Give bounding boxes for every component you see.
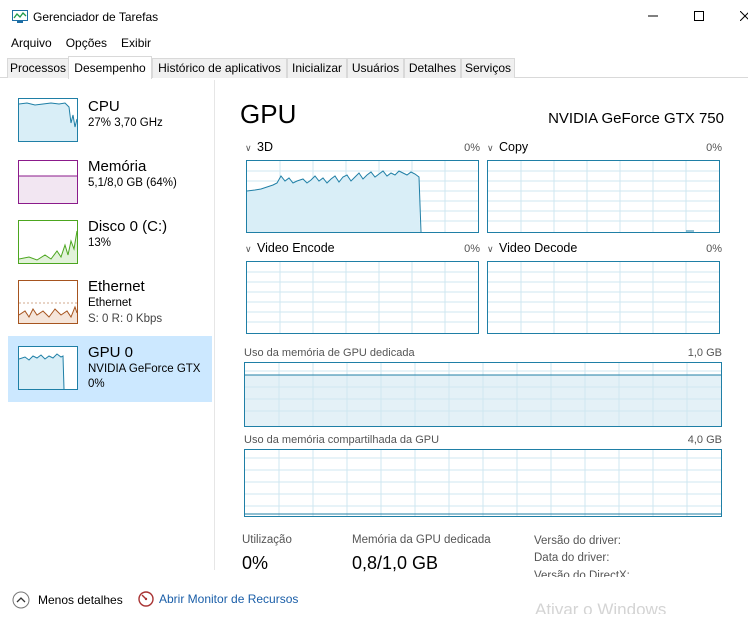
tab-desempenho[interactable]: Desempenho [68,56,152,79]
sidebar-item-disk[interactable]: Disco 0 (C:) 13% [8,212,212,278]
utilization-label: Utilização [242,534,292,546]
graph-decode-pct: 0% [706,243,722,255]
ethernet-thumbnail [18,280,78,324]
sidebar-cpu-sub: 27% 3,70 GHz [88,117,163,129]
sidebar-item-gpu[interactable]: GPU 0 NVIDIA GeForce GTX 750 0% [8,336,212,402]
sidebar-gpu-name: GPU 0 [88,344,134,361]
sidebar-disk-sub: 13% [88,237,112,249]
window-title: Gerenciador de Tarefas [33,10,159,24]
dedicated-memory-stat-value: 0,8/1,0 GB [352,553,439,573]
activation-watermark: Ativar o Windows [535,600,667,614]
cpu-thumbnail [18,98,78,142]
graph-decode-label[interactable]: ∨ Video Decode [487,241,577,255]
graph-encode-pct: 0% [464,243,480,255]
graph-3d-pct: 0% [464,142,480,154]
page-title: GPU [240,99,297,129]
task-manager-icon [12,10,28,23]
sidebar-disk-name: Disco 0 (C:) [88,218,168,235]
directx-version-label: Versão do DirectX: [534,570,630,577]
sidebar-cpu-name: CPU [88,98,120,115]
sidebar-memory-sub: 5,1/8,0 GB (64%) [88,177,177,189]
sidebar: CPU 27% 3,70 GHz Memória 5,1/8,0 GB (64%… [0,80,215,570]
sidebar-ethernet-rate: S: 0 R: 0 Kbps [88,313,163,325]
less-details-label: Menos detalhes [38,593,123,607]
sidebar-gpu-pct: 0% [88,378,105,390]
sidebar-item-cpu[interactable]: CPU 27% 3,70 GHz [8,92,212,158]
sidebar-item-ethernet[interactable]: Ethernet Ethernet S: 0 R: 0 Kbps [8,272,212,338]
driver-date-label: Data do driver: [534,552,610,564]
chevron-up-circle-icon [12,591,30,609]
tab-bar: Processos Desempenho Histórico de aplica… [0,56,748,79]
sidebar-memory-name: Memória [88,158,147,175]
tab-inicializar[interactable]: Inicializar [287,58,347,78]
tab-usuarios[interactable]: Usuários [347,58,404,78]
sidebar-ethernet-sub: Ethernet [88,297,132,309]
sidebar-item-memory[interactable]: Memória 5,1/8,0 GB (64%) [8,152,212,218]
graph-3d [246,160,479,233]
maximize-button[interactable] [676,0,722,32]
graph-encode-label[interactable]: ∨ Video Encode [245,241,335,255]
dedicated-memory-stat-label: Memória da GPU dedicada [352,534,491,546]
dedicated-memory-label: Uso da memória de GPU dedicada [244,347,415,359]
graph-dedicated-memory [244,362,722,427]
chevron-down-icon: ∨ [487,143,494,153]
disk-thumbnail [18,220,78,264]
tab-detalhes[interactable]: Detalhes [404,58,461,78]
resource-monitor-label: Abrir Monitor de Recursos [159,592,299,606]
memory-thumbnail [18,160,78,204]
menu-arquivo[interactable]: Arquivo [0,34,59,52]
tab-servicos[interactable]: Serviços [461,58,515,78]
resource-monitor-link[interactable]: Abrir Monitor de Recursos [138,591,298,607]
gpu-thumbnail [18,346,78,390]
shared-memory-max: 4,0 GB [687,434,722,446]
title-bar: Gerenciador de Tarefas [0,0,748,32]
graph-copy-pct: 0% [706,142,722,154]
shared-memory-label: Uso da memória compartilhada da GPU [244,434,440,446]
minimize-button[interactable] [630,0,676,32]
menu-opcoes[interactable]: Opções [59,34,114,52]
chevron-down-icon: ∨ [487,244,494,254]
dedicated-memory-max: 1,0 GB [687,347,722,359]
graph-copy-label[interactable]: ∨ Copy [487,140,528,154]
tab-processos[interactable]: Processos [7,58,69,78]
utilization-value: 0% [242,553,269,573]
close-button[interactable] [722,0,748,32]
tab-historico[interactable]: Histórico de aplicativos [152,58,287,78]
chevron-down-icon: ∨ [245,244,252,254]
graph-3d-label[interactable]: ∨ 3D [245,140,273,154]
maximize-icon [694,11,704,21]
sidebar-gpu-sub: NVIDIA GeForce GTX 750 [88,363,203,375]
chevron-down-icon: ∨ [245,143,252,153]
menu-exibir[interactable]: Exibir [114,34,158,52]
graph-decode [487,261,720,334]
graph-copy [487,160,720,233]
close-icon [740,11,748,21]
graph-encode [246,261,479,334]
menu-bar: Arquivo Opções Exibir [0,34,158,52]
gpu-model-name: NVIDIA GeForce GTX 750 [548,110,724,127]
graph-shared-memory [244,449,722,517]
resource-monitor-icon [138,591,154,607]
sidebar-ethernet-name: Ethernet [88,278,145,295]
minimize-icon [648,15,658,17]
less-details-button[interactable]: Menos detalhes [12,591,123,609]
driver-version-label: Versão do driver: [534,535,621,547]
